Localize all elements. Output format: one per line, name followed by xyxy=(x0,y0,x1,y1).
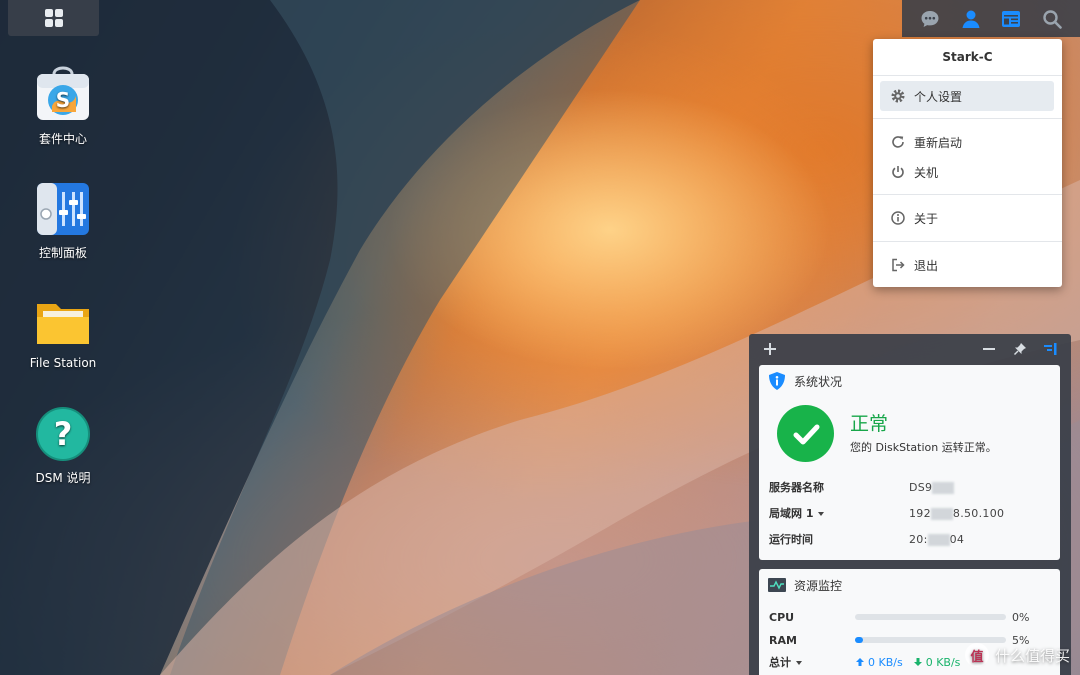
info-row-server-name: 服务器名称 DS9 xyxy=(769,477,1049,497)
divider xyxy=(873,75,1062,76)
user-menu: Stark-C 个人设置 重新启动 关机 关于 退出 xyxy=(873,39,1062,287)
info-row-uptime: 运行时间 20: 04 xyxy=(769,529,1049,549)
ram-bar-fill xyxy=(855,637,863,643)
info-value: 20: 04 xyxy=(909,532,965,546)
file-station-icon xyxy=(34,292,92,350)
card-title: 系统状况 xyxy=(794,374,843,389)
desktop-icon-dsm-help[interactable]: ? DSM 说明 xyxy=(13,405,113,486)
plus-icon xyxy=(764,343,776,355)
add-widget-button[interactable] xyxy=(760,339,780,359)
panel-icon xyxy=(1044,343,1057,355)
divider xyxy=(873,241,1062,242)
power-icon xyxy=(890,164,906,180)
divider xyxy=(873,118,1062,119)
info-key: 服务器名称 xyxy=(769,481,824,494)
help-icon: ? xyxy=(34,405,92,463)
card-title: 资源监控 xyxy=(794,578,843,593)
notifications-button[interactable] xyxy=(916,5,944,33)
desktop-icon-control-panel[interactable]: 控制面板 xyxy=(13,180,113,261)
download-arrow-icon xyxy=(913,658,922,666)
info-key: 运行时间 xyxy=(769,533,813,546)
system-status-card: 系统状况 正常 您的 DiskStation 运转正常。 服务器名称 DS9 局… xyxy=(759,365,1060,560)
gear-icon xyxy=(890,88,906,104)
info-icon xyxy=(890,210,906,226)
menu-item-label: 关于 xyxy=(914,211,939,226)
control-panel-icon xyxy=(34,180,92,238)
info-value: DS9 xyxy=(909,481,955,494)
status-summary: 正常 您的 DiskStation 运转正常。 xyxy=(777,405,997,462)
upload-rate: 0 KB/s xyxy=(855,656,903,669)
main-menu-button[interactable] xyxy=(8,0,99,36)
download-rate: 0 KB/s xyxy=(913,656,960,669)
total-dropdown[interactable]: 总计 xyxy=(769,654,855,670)
menu-item-logout[interactable]: 退出 xyxy=(880,250,1054,280)
cpu-bar xyxy=(855,614,1006,620)
minus-icon xyxy=(983,348,995,350)
cpu-row: CPU 0% xyxy=(769,608,1054,626)
cpu-label: CPU xyxy=(769,610,795,624)
package-center-icon: S xyxy=(34,66,92,124)
upload-arrow-icon xyxy=(856,658,864,666)
menu-item-label: 个人设置 xyxy=(914,89,963,104)
divider xyxy=(873,194,1062,195)
search-button[interactable] xyxy=(1038,5,1066,33)
shield-info-icon xyxy=(767,371,787,391)
widgets-button[interactable] xyxy=(997,5,1025,33)
logout-icon xyxy=(890,257,906,273)
menu-item-restart[interactable]: 重新启动 xyxy=(880,127,1054,157)
card-header: 资源监控 xyxy=(759,569,1060,601)
menu-item-personal-settings[interactable]: 个人设置 xyxy=(880,81,1054,111)
info-value: 192 8.50.100 xyxy=(909,506,1005,520)
chevron-down-icon xyxy=(818,512,825,516)
status-message: 您的 DiskStation 运转正常。 xyxy=(850,441,997,454)
widget-settings-button[interactable] xyxy=(1040,339,1060,359)
restart-icon xyxy=(890,134,906,150)
svg-text:S: S xyxy=(56,88,70,112)
chat-icon xyxy=(921,10,939,27)
monitor-chart-icon xyxy=(767,575,787,595)
taskbar-tray xyxy=(902,0,1080,37)
info-row-lan[interactable]: 局域网 1 192 8.50.100 xyxy=(769,503,1049,523)
desktop-icon-label: File Station xyxy=(29,356,97,370)
grid-icon xyxy=(44,9,63,27)
search-icon xyxy=(1043,9,1062,29)
menu-item-label: 退出 xyxy=(914,258,939,273)
info-key[interactable]: 局域网 1 xyxy=(769,505,909,521)
cpu-value: 0% xyxy=(1012,610,1030,624)
desktop-icon-file-station[interactable]: File Station xyxy=(13,292,113,370)
chevron-down-icon xyxy=(796,661,802,665)
widget-panel: 系统状况 正常 您的 DiskStation 运转正常。 服务器名称 DS9 局… xyxy=(749,334,1071,675)
card-header: 系统状况 xyxy=(759,365,1060,397)
user-button[interactable] xyxy=(957,5,985,33)
desktop-icon-label: 套件中心 xyxy=(38,132,87,146)
menu-item-shutdown[interactable]: 关机 xyxy=(880,157,1054,187)
menu-item-label: 关机 xyxy=(914,165,939,180)
status-label: 正常 xyxy=(850,413,889,435)
watermark: 值 什么值得买 xyxy=(964,643,1070,667)
svg-text:?: ? xyxy=(54,415,73,453)
watermark-logo: 值 xyxy=(964,643,989,667)
user-icon xyxy=(962,10,980,28)
watermark-text: 什么值得买 xyxy=(994,646,1070,665)
desktop-icon-package-center[interactable]: S 套件中心 xyxy=(13,66,113,147)
menu-item-label: 重新启动 xyxy=(914,135,963,150)
desktop-icon-label: DSM 说明 xyxy=(35,471,91,485)
check-icon xyxy=(777,405,834,462)
ram-label: RAM xyxy=(769,633,797,647)
widget-toolbar xyxy=(749,334,1071,364)
widgets-icon xyxy=(1002,10,1021,27)
pin-icon xyxy=(1013,343,1026,356)
minimize-widget-button[interactable] xyxy=(979,339,999,359)
pin-widget-button[interactable] xyxy=(1010,339,1030,359)
desktop-icon-label: 控制面板 xyxy=(38,246,87,260)
user-menu-username: Stark-C xyxy=(942,50,993,64)
menu-item-about[interactable]: 关于 xyxy=(880,203,1054,233)
